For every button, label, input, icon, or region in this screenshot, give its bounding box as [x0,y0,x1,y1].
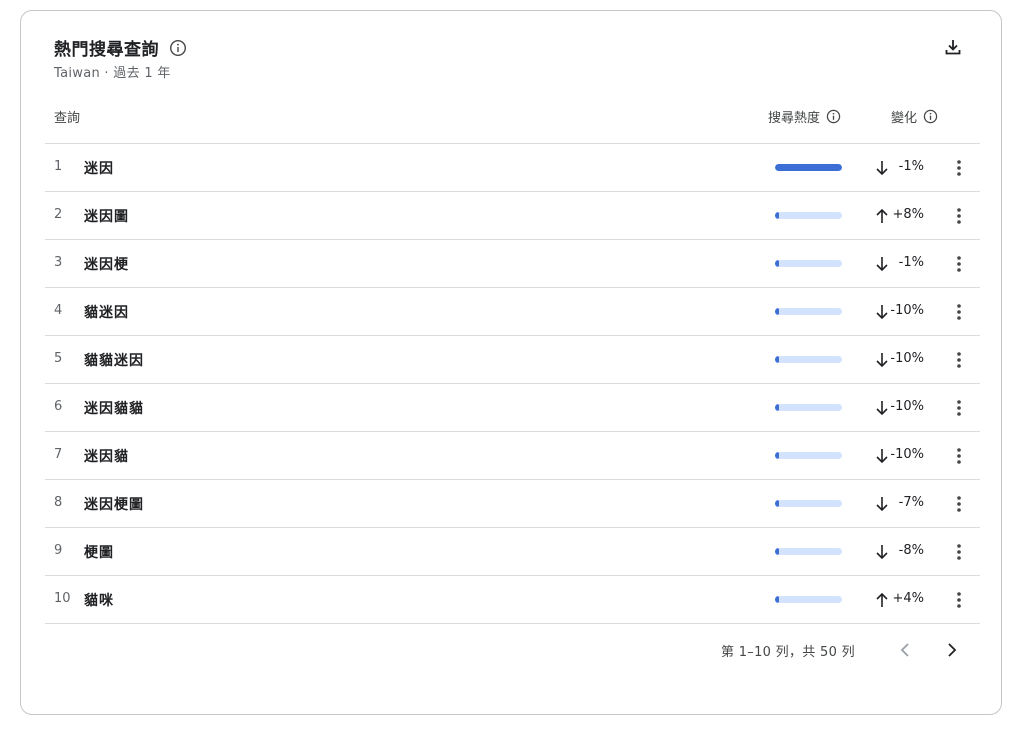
interest-bar [775,356,842,363]
column-header-query[interactable]: 查詢 [54,107,80,126]
interest-bar-fill [775,212,780,219]
interest-bar-fill [775,500,780,507]
more-vert-icon[interactable] [950,541,968,563]
column-header-change-label: 變化 [891,111,918,126]
row-change-value: +8% [892,207,924,222]
arrow-up-icon [874,207,890,225]
row-query-term[interactable]: 梗圖 [84,542,114,562]
info-icon[interactable] [169,39,187,57]
row-change-value: -1% [898,159,924,174]
row-change-value: -10% [890,303,924,318]
row-rank: 1 [54,159,63,174]
table-row[interactable]: 5 貓貓迷因 -10% [45,336,980,384]
more-vert-icon[interactable] [950,493,968,515]
row-rank: 9 [54,543,63,558]
pagination-label: 第 1–10 列，共 50 列 [721,645,855,660]
interest-bar [775,500,842,507]
table-row[interactable]: 1 迷因 -1% [45,144,980,192]
arrow-down-icon [874,255,890,273]
row-rank: 5 [54,351,63,366]
more-vert-icon[interactable] [950,589,968,611]
interest-bar [775,404,842,411]
interest-bar-fill [775,164,842,171]
arrow-down-icon [874,447,890,465]
table-row[interactable]: 3 迷因梗 -1% [45,240,980,288]
column-header-interest[interactable]: 搜尋熱度 [768,107,841,126]
arrow-down-icon [874,399,890,417]
row-rank: 2 [54,207,63,222]
row-query-term[interactable]: 迷因貓 [84,446,129,466]
more-vert-icon[interactable] [950,397,968,419]
chevron-right-icon[interactable] [941,639,963,661]
arrow-down-icon [874,303,890,321]
row-change-value: -10% [890,351,924,366]
more-vert-icon[interactable] [950,301,968,323]
chevron-left-icon[interactable] [894,639,916,661]
interest-bar [775,212,842,219]
arrow-up-icon [874,591,890,609]
row-rank: 6 [54,399,63,414]
interest-bar [775,452,842,459]
row-query-term[interactable]: 迷因貓貓 [84,398,144,418]
row-rank: 4 [54,303,63,318]
interest-bar [775,308,842,315]
interest-bar-fill [775,452,780,459]
more-vert-icon[interactable] [950,157,968,179]
top-queries-card: 熱門搜尋查詢 Taiwan · 過去 1 年 查詢 搜尋熱度 變化 1 迷因 -1%… [20,10,1002,715]
table-row[interactable]: 2 迷因圖 +8% [45,192,980,240]
row-rank: 7 [54,447,63,462]
table-row[interactable]: 4 貓迷因 -10% [45,288,980,336]
interest-bar-fill [775,548,780,555]
interest-bar-fill [775,596,780,603]
interest-bar [775,260,842,267]
table-row[interactable]: 8 迷因梗圖 -7% [45,480,980,528]
column-header-query-label: 查詢 [54,111,81,126]
more-vert-icon[interactable] [950,349,968,371]
row-query-term[interactable]: 貓迷因 [84,302,129,322]
query-table-body: 1 迷因 -1% 2 迷因圖 +8% 3 迷因梗 -1% 4 貓迷因 -10% 5 貓貓迷因 -10% 6 迷因… [45,143,980,624]
more-vert-icon[interactable] [950,253,968,275]
row-rank: 8 [54,495,63,510]
card-header: 熱門搜尋查詢 [54,35,187,60]
row-change-value: -8% [898,543,924,558]
interest-bar-fill [775,404,780,411]
interest-bar [775,548,842,555]
table-header: 查詢 搜尋熱度 變化 [45,101,980,143]
arrow-down-icon [874,351,890,369]
row-query-term[interactable]: 迷因梗圖 [84,494,144,514]
table-row[interactable]: 10 貓咪 +4% [45,576,980,624]
row-change-value: -7% [898,495,924,510]
row-change-value: +4% [892,591,924,606]
row-query-term[interactable]: 貓貓迷因 [84,350,144,370]
card-title: 熱門搜尋查詢 [54,40,159,60]
row-rank: 3 [54,255,63,270]
interest-bar-fill [775,308,780,315]
card-subtitle: Taiwan · 過去 1 年 [54,66,171,81]
row-change-value: -1% [898,255,924,270]
row-change-value: -10% [890,399,924,414]
arrow-down-icon [874,495,890,513]
info-icon[interactable] [923,109,938,124]
row-change-value: -10% [890,447,924,462]
table-row[interactable]: 6 迷因貓貓 -10% [45,384,980,432]
table-row[interactable]: 7 迷因貓 -10% [45,432,980,480]
column-header-change[interactable]: 變化 [891,107,938,126]
table-row[interactable]: 9 梗圖 -8% [45,528,980,576]
row-query-term[interactable]: 貓咪 [84,590,114,610]
download-icon[interactable] [941,35,965,59]
interest-bar-fill [775,356,780,363]
column-header-interest-label: 搜尋熱度 [768,111,821,126]
interest-bar-fill [775,260,780,267]
more-vert-icon[interactable] [950,445,968,467]
row-query-term[interactable]: 迷因梗 [84,254,129,274]
arrow-down-icon [874,543,890,561]
more-vert-icon[interactable] [950,205,968,227]
row-query-term[interactable]: 迷因圖 [84,206,129,226]
interest-bar [775,164,842,171]
arrow-down-icon [874,159,890,177]
info-icon[interactable] [826,109,841,124]
row-rank: 10 [54,591,71,606]
interest-bar [775,596,842,603]
row-query-term[interactable]: 迷因 [84,158,114,178]
